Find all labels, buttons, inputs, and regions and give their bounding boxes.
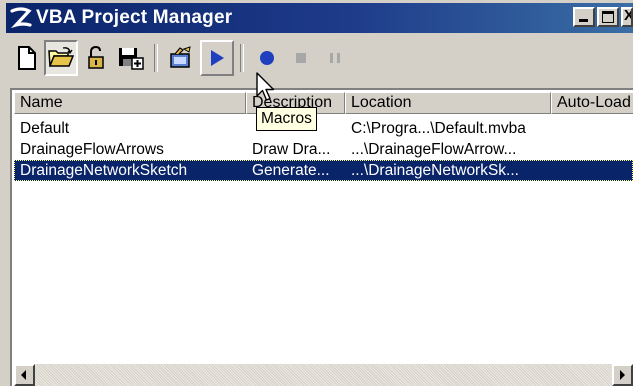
scroll-right-button[interactable] [612, 364, 633, 386]
list-item-selected[interactable]: DrainageNetworkSketch Generate... ...\Dr… [14, 160, 633, 181]
open-folder-icon [48, 47, 74, 67]
toolbar [6, 36, 633, 84]
maximize-button[interactable] [597, 7, 619, 27]
pause-button[interactable] [318, 40, 352, 76]
toolbar-separator [240, 44, 244, 72]
list-rows: Default C:\Progra...\Default.mvba Draina… [14, 118, 633, 181]
toolbar-separator [154, 44, 158, 72]
column-header-location[interactable]: Location [345, 92, 551, 114]
close-button[interactable] [621, 7, 633, 27]
bentley-logo-icon [10, 7, 32, 29]
project-auto-load [551, 118, 633, 139]
project-auto-load [551, 160, 633, 181]
list-item[interactable]: Default C:\Progra...\Default.mvba [14, 118, 633, 139]
unlock-icon [88, 46, 104, 69]
project-location: C:\Progra...\Default.mvba [351, 120, 526, 137]
project-name: Default [20, 120, 70, 137]
horizontal-scrollbar[interactable] [14, 364, 633, 386]
project-location: ...\DrainageNetworkSk... [351, 162, 519, 179]
project-location: ...\DrainageFlowArrow... [351, 141, 517, 158]
save-as-button[interactable] [114, 40, 148, 76]
pause-icon [330, 53, 340, 63]
new-project-button[interactable] [10, 40, 44, 76]
save-as-icon [119, 48, 144, 70]
mouse-pointer-icon [256, 72, 275, 101]
new-document-icon [18, 46, 36, 70]
project-name: DrainageNetworkSketch [20, 162, 188, 179]
list-item[interactable]: DrainageFlowArrows Draw Dra... ...\Drain… [14, 139, 633, 160]
play-icon [211, 50, 224, 66]
project-name: DrainageFlowArrows [20, 141, 164, 158]
column-header-auto-load[interactable]: Auto-Load [551, 92, 633, 114]
macros-button[interactable] [200, 40, 234, 76]
vba-project-manager-window: VBA Project Manager X Name Description L… [0, 0, 633, 386]
record-button[interactable] [250, 40, 284, 76]
project-description: Draw Dra... [252, 141, 331, 158]
project-list[interactable]: Name Description Location Auto-Load Defa… [10, 88, 633, 386]
editor-icon [170, 46, 191, 68]
title-bar[interactable]: VBA Project Manager [6, 3, 633, 33]
scroll-left-button[interactable] [14, 364, 35, 386]
unload-project-button[interactable] [80, 40, 114, 76]
record-icon [260, 51, 274, 65]
macros-tooltip: Macros [256, 107, 317, 131]
project-description: Generate... [252, 162, 330, 179]
minimize-button[interactable] [573, 7, 595, 27]
list-header: Name Description Location Auto-Load [14, 92, 633, 114]
project-auto-load [551, 139, 633, 160]
column-header-name[interactable]: Name [14, 92, 246, 114]
vba-editor-button[interactable] [164, 40, 198, 76]
stop-button[interactable] [284, 40, 318, 76]
window-title: VBA Project Manager [36, 7, 233, 28]
stop-icon [296, 53, 306, 63]
load-project-button[interactable] [44, 40, 78, 76]
